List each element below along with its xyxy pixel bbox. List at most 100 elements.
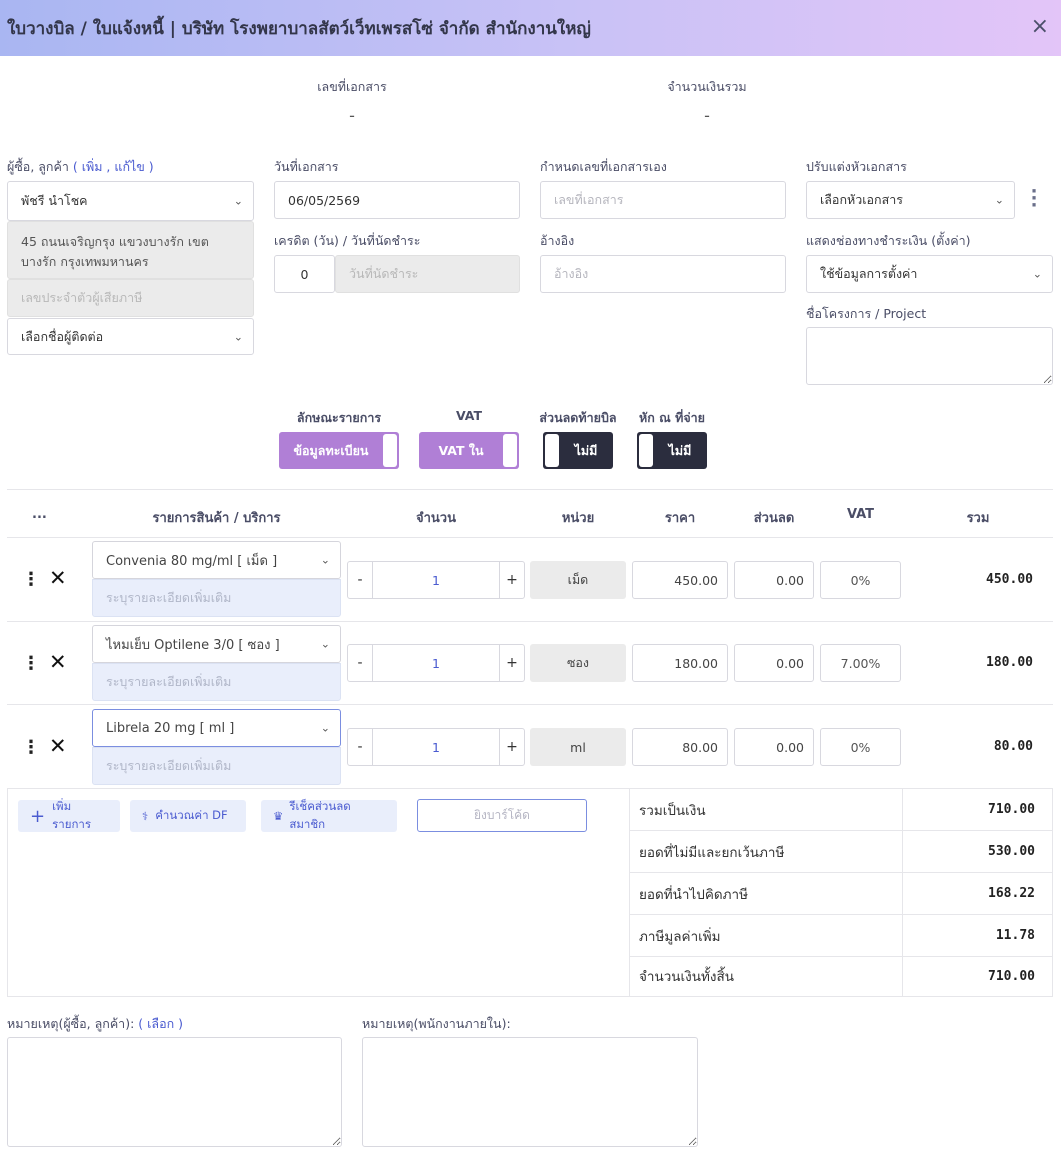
toggle-knob xyxy=(545,434,559,467)
payment-channel-select[interactable]: ใช้ข้อมูลการตั้งค่า ⌄ xyxy=(806,255,1053,293)
col-discount: ส่วนลด xyxy=(753,511,795,526)
amount-value: - xyxy=(704,106,710,125)
taxable-label: ยอดที่นำไปคิดภาษี xyxy=(629,873,903,914)
delete-row-icon[interactable]: ✕ xyxy=(49,652,67,673)
item-desc-field[interactable]: ระบุรายละเอียดเพิ่มเติม xyxy=(92,663,341,701)
quantity-stepper[interactable]: - 1 + xyxy=(347,561,525,599)
col-menu: ... xyxy=(32,507,47,522)
vat-field[interactable]: 0% xyxy=(820,561,901,599)
decrement-button[interactable]: - xyxy=(348,572,372,588)
modal-header: ใบวางบิล / ใบแจ้งหนี้ | บริษัท โรงพยาบาล… xyxy=(0,0,1061,56)
due-date-field[interactable]: วันที่นัดชำระ xyxy=(335,255,520,293)
reference-label: อ้างอิง xyxy=(540,233,575,248)
bill-discount-toggle[interactable]: ไม่มี xyxy=(543,432,613,469)
calc-df-button[interactable]: ⚕ คำนวณค่า DF xyxy=(130,800,246,832)
contact-select[interactable]: เลือกชื่อผู้ติดต่อ ⌄ xyxy=(7,318,254,355)
withholding-toggle[interactable]: ไม่มี xyxy=(637,432,707,469)
divider xyxy=(7,489,1053,490)
internal-note-field[interactable] xyxy=(362,1037,698,1147)
internal-note-label: หมายเหตุ(พนักงานภายใน): xyxy=(362,1016,511,1031)
quantity-stepper[interactable]: - 1 + xyxy=(347,644,525,682)
col-vat: VAT xyxy=(846,507,875,522)
delete-row-icon[interactable]: ✕ xyxy=(49,568,67,589)
custom-no-field[interactable]: เลขที่เอกสาร xyxy=(540,181,786,219)
item-select[interactable]: Librela 20 mg [ ml ] ⌄ xyxy=(92,709,341,747)
price-field[interactable]: 80.00 xyxy=(632,728,728,766)
more-vertical-icon[interactable]: ⋮ xyxy=(22,739,40,757)
payment-channel-label: แสดงช่องทางชำระเงิน (ตั้งค่า) xyxy=(806,233,971,248)
buyer-name: พัชรี นำโชค xyxy=(21,193,88,208)
item-type-toggle[interactable]: ข้อมูลทะเบียน xyxy=(279,432,399,469)
member-discount-button[interactable]: ♛ รีเช็คส่วนลดสมาชิก xyxy=(261,799,397,832)
increment-button[interactable]: + xyxy=(500,572,524,588)
item-desc-field[interactable]: ระบุรายละเอียดเพิ่มเติม xyxy=(92,579,341,617)
non-taxable-value: 530.00 xyxy=(988,844,1035,859)
payment-channel-select-label: ใช้ข้อมูลการตั้งค่า xyxy=(820,266,918,281)
non-taxable-label: ยอดที่ไม่มีและยกเว้นภาษี xyxy=(629,831,903,872)
decrement-button[interactable]: - xyxy=(348,739,372,755)
more-vertical-icon[interactable]: ⋮ xyxy=(22,571,40,589)
item-desc-field[interactable]: ระบุรายละเอียดเพิ่มเติม xyxy=(92,747,341,785)
header-select[interactable]: เลือกหัวเอกสาร ⌄ xyxy=(806,181,1015,219)
add-item-label: เพิ่มรายการ xyxy=(52,799,92,831)
grand-total-label: จำนวนเงินทั้งสิ้น xyxy=(629,955,903,997)
toggle-knob xyxy=(639,434,653,467)
buyer-label-wrap: ผู้ซื้อ, ลูกค้า ( เพิ่ม , แก้ไข ) xyxy=(7,157,154,177)
increment-button[interactable]: + xyxy=(500,739,524,755)
item-select[interactable]: Convenia 80 mg/ml [ เม็ด ] ⌄ xyxy=(92,541,341,579)
grand-total-value: 710.00 xyxy=(988,968,1035,984)
item-select[interactable]: ไหมเย็บ Optilene 3/0 [ ซอง ] ⌄ xyxy=(92,625,341,663)
quantity-stepper[interactable]: - 1 + xyxy=(347,728,525,766)
more-vertical-icon[interactable]: ⋮ xyxy=(22,655,40,673)
vat-field[interactable]: 0% xyxy=(820,728,901,766)
col-price: ราคา xyxy=(664,511,696,526)
item-name: ไหมเย็บ Optilene 3/0 [ ซอง ] xyxy=(106,637,280,653)
customer-note-field[interactable] xyxy=(7,1037,342,1147)
price-field[interactable]: 180.00 xyxy=(632,644,728,682)
unit-field: ml xyxy=(530,728,626,766)
decrement-button[interactable]: - xyxy=(348,655,372,671)
close-icon[interactable]: × xyxy=(1031,14,1049,39)
modal-title: ใบวางบิล / ใบแจ้งหนี้ | บริษัท โรงพยาบาล… xyxy=(7,19,591,39)
calc-df-label: คำนวณค่า DF xyxy=(155,808,228,822)
chevron-down-icon: ⌄ xyxy=(320,637,330,651)
col-item: รายการสินค้า / บริการ xyxy=(152,511,281,526)
quantity-value[interactable]: 1 xyxy=(372,645,500,681)
plus-icon: + xyxy=(30,805,46,827)
credit-label: เครดิต (วัน) / วันที่นัดชำระ xyxy=(274,233,421,248)
non-taxable-row: ยอดที่ไม่มีและยกเว้นภาษี 530.00 xyxy=(629,831,1053,873)
doc-date-field[interactable]: 06/05/2569 xyxy=(274,181,520,219)
vat-field[interactable]: 7.00% xyxy=(820,644,901,682)
vat-amount-value: 11.78 xyxy=(995,928,1035,943)
toggle-label-vat: VAT xyxy=(455,408,483,423)
discount-field[interactable]: 0.00 xyxy=(734,561,814,599)
credit-days-field[interactable]: 0 xyxy=(274,255,335,293)
customer-note-label: หมายเหตุ(ผู้ซื้อ, ลูกค้า): xyxy=(7,1016,135,1031)
add-item-button[interactable]: + เพิ่มรายการ xyxy=(18,799,120,832)
subtotal-row: รวมเป็นเงิน 710.00 xyxy=(629,789,1053,831)
buyer-label: ผู้ซื้อ, ลูกค้า xyxy=(7,159,69,174)
discount-field[interactable]: 0.00 xyxy=(734,728,814,766)
grand-total-row: จำนวนเงินทั้งสิ้น 710.00 xyxy=(629,955,1053,997)
buyer-select[interactable]: พัชรี นำโชค ⌄ xyxy=(7,181,254,221)
more-vertical-icon[interactable]: · · · xyxy=(1029,183,1039,215)
taxable-row: ยอดที่นำไปคิดภาษี 168.22 xyxy=(629,873,1053,915)
buyer-edit-link[interactable]: ( เพิ่ม , แก้ไข ) xyxy=(73,159,154,174)
delete-row-icon[interactable]: ✕ xyxy=(49,736,67,757)
vat-toggle[interactable]: VAT ใน xyxy=(419,432,519,469)
increment-button[interactable]: + xyxy=(500,655,524,671)
divider xyxy=(7,621,1053,622)
quantity-value[interactable]: 1 xyxy=(372,729,500,765)
buyer-address[interactable]: 45 ถนนเจริญกรุง แขวงบางรัก เขตบางรัก กรุ… xyxy=(7,221,254,279)
price-field[interactable]: 450.00 xyxy=(632,561,728,599)
reference-field[interactable]: อ้างอิง xyxy=(540,255,786,293)
discount-field[interactable]: 0.00 xyxy=(734,644,814,682)
quantity-value[interactable]: 1 xyxy=(372,562,500,598)
customer-note-select-link[interactable]: ( เลือก ) xyxy=(138,1016,183,1031)
tax-id-field[interactable]: เลขประจำตัวผู้เสียภาษี xyxy=(7,279,254,317)
barcode-field[interactable]: ยิงบาร์โค้ด xyxy=(417,799,587,832)
doc-no-value: - xyxy=(349,106,355,125)
withholding-toggle-value: ไม่มี xyxy=(668,442,692,458)
project-field[interactable] xyxy=(806,327,1053,385)
item-name: Convenia 80 mg/ml [ เม็ด ] xyxy=(106,553,278,569)
